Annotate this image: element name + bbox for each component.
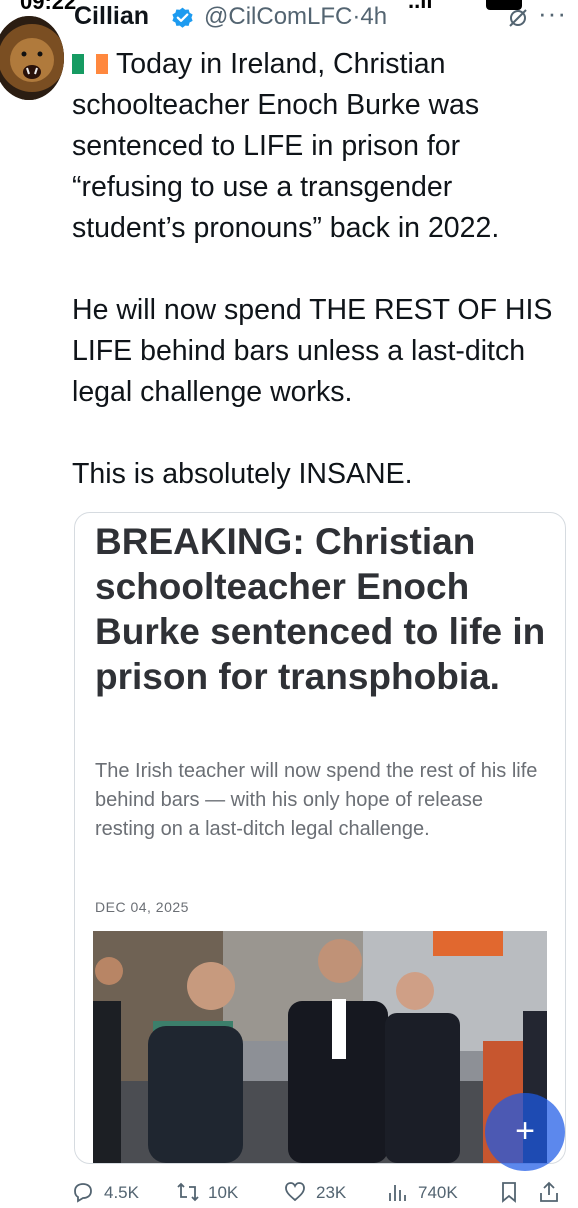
compose-button[interactable]: +	[485, 1093, 565, 1171]
bookmark-button[interactable]	[498, 1178, 522, 1208]
tweet-text: Today in Ireland, Christian schoolteache…	[72, 44, 566, 495]
repost-count: 10K	[208, 1183, 239, 1202]
views-button[interactable]: 740K	[386, 1178, 476, 1208]
news-photo	[93, 931, 547, 1163]
more-options-icon[interactable]: ···	[538, 0, 567, 29]
share-button[interactable]	[538, 1178, 562, 1208]
card-headline: BREAKING: Christian schoolteacher Enoch …	[95, 521, 546, 697]
tweet-paragraph-3: This is absolutely INSANE.	[72, 458, 413, 490]
verified-badge-icon	[172, 7, 193, 28]
like-count: 23K	[316, 1183, 347, 1202]
tweet-actions: 4.5K 10K 23K 740K	[72, 1178, 578, 1208]
card-subheadline: The Irish teacher will now spend the res…	[95, 760, 538, 840]
ireland-flag-icon	[72, 54, 108, 74]
status-time: 09:22	[20, 0, 76, 12]
card-date: DEC 04, 2025	[95, 899, 189, 915]
author-handle[interactable]: @CilComLFC·4h	[204, 3, 387, 31]
plus-icon: +	[515, 1112, 535, 1150]
tweet-paragraph-1: Today in Ireland, Christian schoolteache…	[72, 48, 500, 244]
author-name[interactable]: Cillian	[74, 2, 149, 31]
repost-button[interactable]: 10K	[176, 1178, 256, 1208]
grok-icon[interactable]	[506, 6, 530, 30]
views-count: 740K	[418, 1183, 458, 1202]
reply-button[interactable]: 4.5K	[72, 1178, 152, 1208]
avatar[interactable]	[0, 16, 64, 100]
tweet-paragraph-2: He will now spend THE REST OF HIS LIFE b…	[72, 294, 553, 408]
media-card[interactable]: BREAKING: Christian schoolteacher Enoch …	[74, 512, 566, 1164]
tweet-header: Cillian @CilComLFC·4h ···	[74, 0, 574, 36]
reply-count: 4.5K	[104, 1183, 139, 1202]
like-button[interactable]: 23K	[284, 1178, 364, 1208]
